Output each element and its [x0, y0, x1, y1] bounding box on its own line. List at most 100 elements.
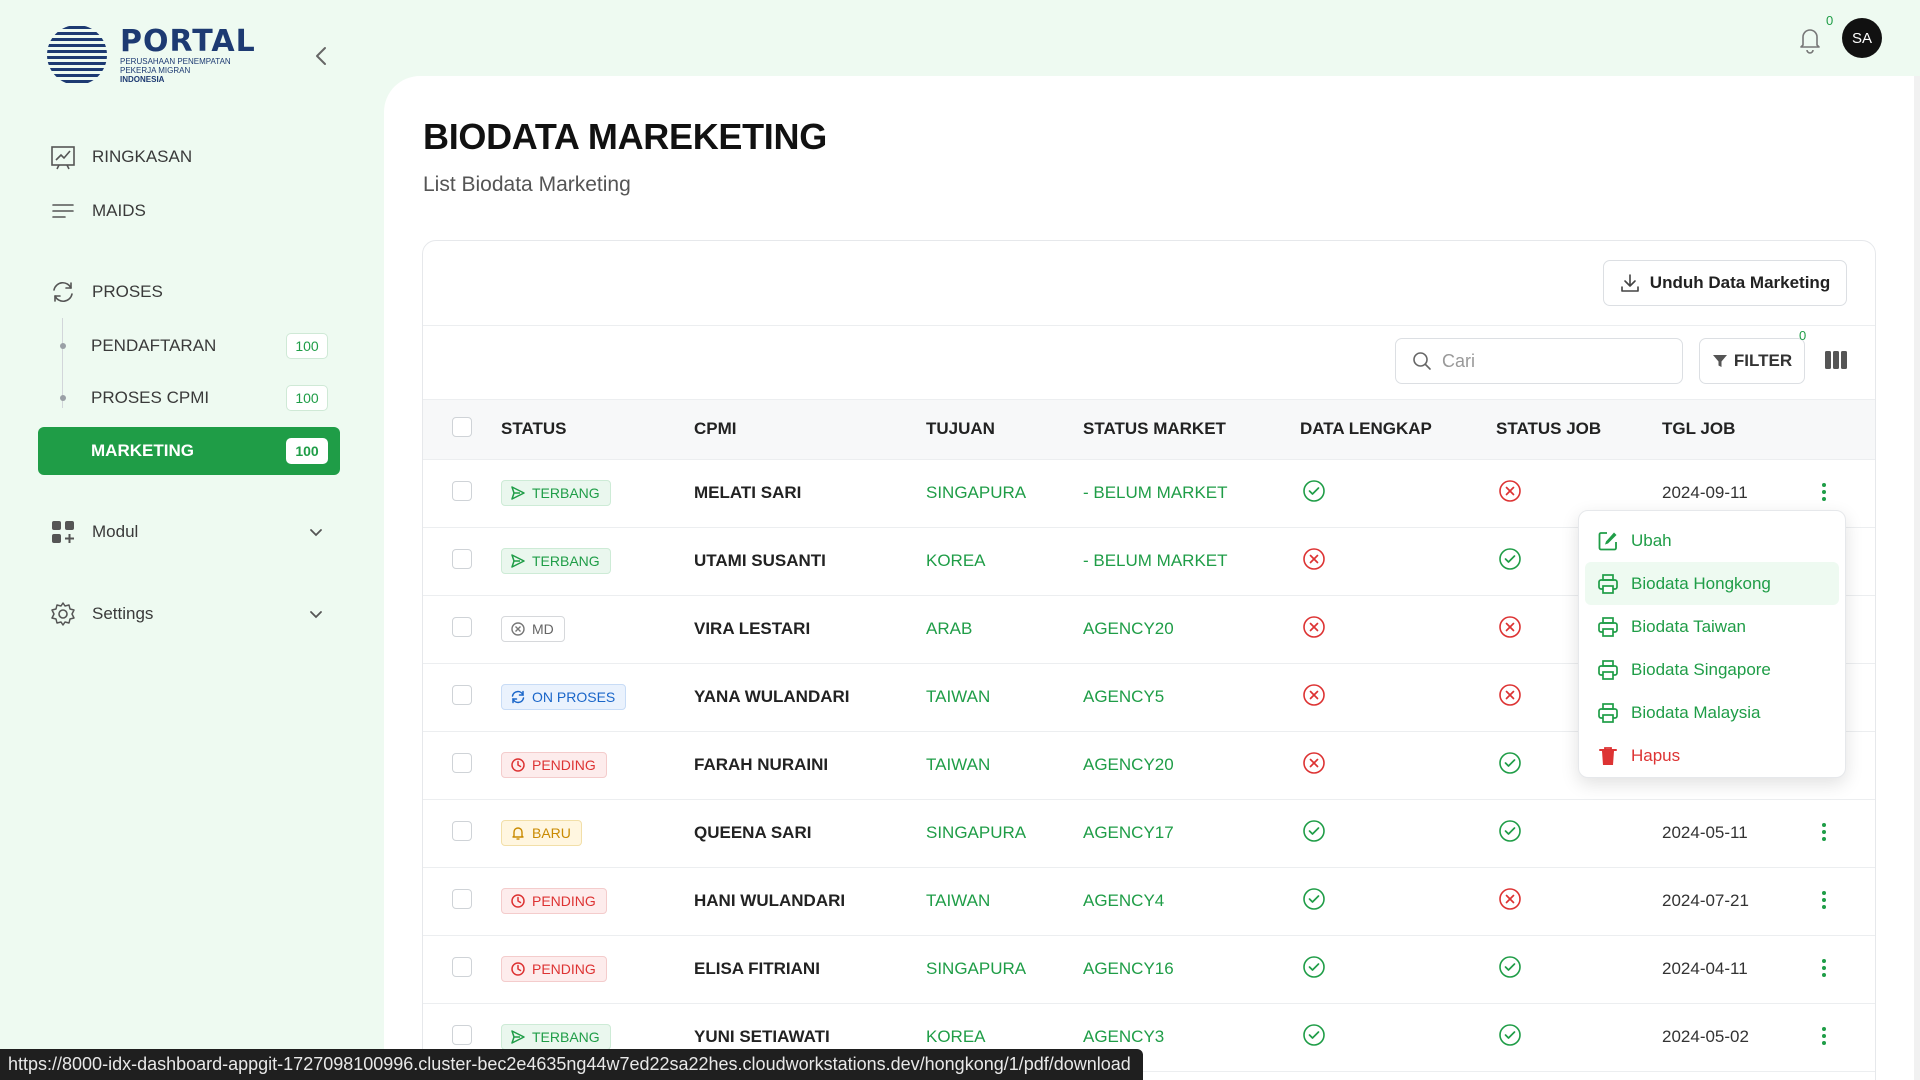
chart-presentation-icon — [50, 144, 76, 170]
download-marketing-button[interactable]: Unduh Data Marketing — [1603, 260, 1847, 306]
printer-icon — [1598, 702, 1618, 723]
refresh-icon — [511, 690, 525, 704]
x-circle-icon — [1499, 887, 1521, 910]
data-lengkap-cell — [1300, 935, 1496, 1004]
clock-icon — [511, 758, 525, 772]
more-actions-icon[interactable] — [1812, 888, 1836, 912]
menu-item-ubah[interactable]: Ubah — [1585, 519, 1839, 562]
gear-icon — [50, 601, 76, 627]
menu-item-biodata-singapore[interactable]: Biodata Singapore — [1585, 648, 1839, 691]
check-circle-icon — [1499, 547, 1521, 570]
download-icon — [1620, 274, 1639, 292]
clock-icon — [511, 894, 525, 908]
more-actions-icon[interactable] — [1812, 820, 1836, 844]
x-circle-icon — [511, 622, 525, 636]
status-badge: PENDING — [501, 956, 607, 982]
nav-ringkasan-label: RINGKASAN — [92, 147, 193, 166]
tujuan-value: TAIWAN — [926, 663, 1083, 732]
status-badge: TERBANG — [501, 548, 611, 574]
data-lengkap-cell — [1300, 799, 1496, 868]
table-row[interactable]: PENDING ELISA FITRIANI SINGAPURA AGENCY16 20… — [423, 935, 1875, 1004]
menu-item-hapus[interactable]: Hapus — [1585, 734, 1839, 777]
sidebar-item-label: PROSES CPMI — [91, 388, 210, 407]
cpmi-name: YANA WULANDARI — [694, 663, 926, 732]
menu-item-label: Biodata Taiwan — [1631, 616, 1746, 636]
header-status-market[interactable]: STATUS MARKET — [1083, 400, 1300, 460]
status-badge: TERBANG — [501, 1024, 611, 1050]
sidebar-item-label: PENDAFTARAN — [91, 336, 217, 355]
search-box — [1395, 338, 1683, 384]
status-badge-label: MD — [532, 621, 554, 637]
nav-settings[interactable]: Settings — [38, 590, 340, 638]
page-subtitle: List Biodata Marketing — [423, 173, 631, 196]
status-market-value: AGENCY20 — [1083, 595, 1300, 664]
nav-modul-label: Modul — [92, 522, 139, 541]
page-title: BIODATA MAREKETING — [423, 116, 827, 157]
table-header-row: STATUS CPMI TUJUAN STATUS MARKET DATA LE… — [423, 400, 1875, 460]
header-data-lengkap[interactable]: DATA LENGKAP — [1300, 400, 1496, 460]
row-checkbox[interactable] — [452, 480, 472, 501]
data-lengkap-cell — [1300, 663, 1496, 732]
menu-item-biodata-hongkong[interactable]: Biodata Hongkong — [1585, 562, 1839, 605]
brand-logo[interactable]: PORTAL PERUSAHAAN PENEMPATAN PEKERJA MIG… — [46, 24, 256, 86]
row-checkbox[interactable] — [452, 684, 472, 705]
printer-icon — [1598, 659, 1618, 680]
page-scrollbar[interactable] — [1914, 76, 1920, 1080]
nav-settings-label: Settings — [92, 604, 154, 623]
bell-icon — [512, 827, 524, 840]
data-lengkap-cell — [1300, 867, 1496, 936]
row-checkbox[interactable] — [452, 820, 472, 841]
collapse-sidebar-chevron-left-icon[interactable] — [310, 44, 334, 68]
filter-count: 0 — [1799, 328, 1807, 343]
x-circle-icon — [1303, 683, 1325, 706]
row-checkbox[interactable] — [452, 888, 472, 909]
check-circle-icon — [1303, 955, 1325, 978]
notification-bell-icon[interactable] — [1796, 24, 1824, 54]
x-circle-icon — [1499, 615, 1521, 638]
cpmi-name: FARAH NURAINI — [694, 731, 926, 800]
more-actions-icon[interactable] — [1812, 480, 1836, 504]
status-badge: BARU — [501, 820, 582, 846]
select-all-checkbox[interactable] — [452, 416, 472, 437]
menu-item-label: Ubah — [1631, 530, 1672, 550]
x-circle-icon — [1499, 683, 1521, 706]
menu-item-label: Biodata Hongkong — [1631, 573, 1771, 593]
row-checkbox[interactable] — [452, 616, 472, 637]
columns-toggle-icon[interactable] — [1823, 348, 1849, 372]
user-avatar[interactable]: SA — [1842, 18, 1882, 58]
chevron-down-icon — [310, 611, 322, 619]
download-button-label: Unduh Data Marketing — [1649, 273, 1831, 292]
menu-item-biodata-malaysia[interactable]: Biodata Malaysia — [1585, 691, 1839, 734]
row-checkbox[interactable] — [452, 956, 472, 977]
more-actions-icon[interactable] — [1812, 956, 1836, 980]
row-checkbox[interactable] — [452, 1024, 472, 1045]
sidebar-item-marketing[interactable]: MARKETING 100 — [38, 427, 340, 475]
sidebar-item-pendaftaran[interactable]: PENDAFTARAN 100 — [38, 322, 340, 370]
check-circle-icon — [1303, 887, 1325, 910]
nav-maids[interactable]: MAIDS — [38, 187, 340, 235]
search-input[interactable] — [1442, 350, 1662, 372]
nav-ringkasan[interactable]: RINGKASAN — [38, 133, 340, 181]
table-row[interactable]: PENDING HANI WULANDARI TAIWAN AGENCY4 2024-0… — [423, 867, 1875, 936]
menu-item-biodata-taiwan[interactable]: Biodata Taiwan — [1585, 605, 1839, 648]
header-tujuan[interactable]: TUJUAN — [926, 400, 1083, 460]
table-row[interactable]: BARU QUEENA SARI SINGAPURA AGENCY17 2024-05-… — [423, 799, 1875, 868]
header-status-job[interactable]: STATUS JOB — [1496, 400, 1662, 460]
row-checkbox[interactable] — [452, 548, 472, 569]
row-checkbox[interactable] — [452, 752, 472, 773]
header-status[interactable]: STATUS — [501, 400, 694, 460]
status-badge: TERBANG — [501, 480, 611, 506]
nav-modul[interactable]: Modul — [38, 508, 340, 556]
tujuan-value: SINGAPURA — [926, 459, 1083, 528]
more-actions-icon[interactable] — [1812, 1024, 1836, 1048]
sidebar-item-proses-cpmi[interactable]: PROSES CPMI 100 — [38, 374, 340, 422]
menu-item-label: Biodata Malaysia — [1631, 702, 1761, 722]
header-tgl-job[interactable]: TGL JOB — [1662, 400, 1812, 460]
grid-plus-icon — [50, 519, 76, 545]
globe-logo-icon — [47, 26, 107, 83]
bullet-dot — [60, 343, 66, 349]
filter-button[interactable]: FILTER — [1699, 338, 1805, 384]
nav-proses[interactable]: PROSES — [38, 268, 340, 316]
cpmi-name: ELISA FITRIANI — [694, 935, 926, 1004]
header-cpmi[interactable]: CPMI — [694, 400, 926, 460]
